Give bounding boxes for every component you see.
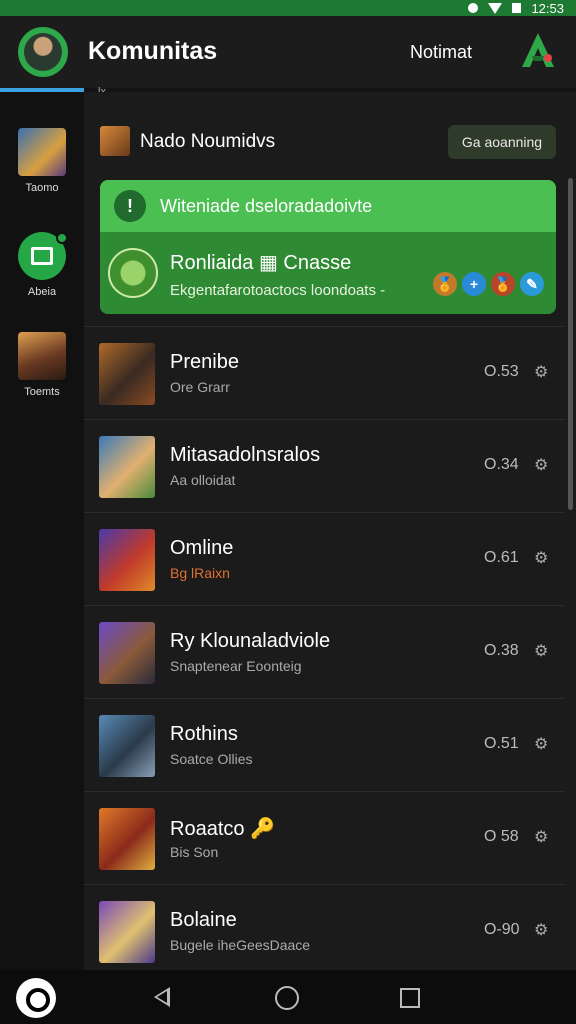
recent-apps-icon[interactable] [400,988,420,1008]
gear-icon[interactable]: ⚙ [534,830,550,846]
plus-icon[interactable]: + [462,272,486,296]
list-item-name: Rothins [170,723,238,745]
home-icon[interactable] [275,986,299,1010]
gear-icon[interactable]: ⚙ [534,737,550,753]
list-item-sub: Bg lRaixn [170,565,230,581]
chat-icon [18,232,68,280]
sidebar-item-label: Taomo [25,182,59,194]
list-item-sub: Ore Grarr [170,379,230,395]
medal-icon[interactable]: 🏅 [433,272,457,296]
list-item[interactable]: Mitasadolnsralos Aa olloidat O.34 ⚙ [84,419,564,512]
list-item-sub: Bis Son [170,844,219,860]
banner-game-icon [108,248,158,298]
list-item[interactable]: Omline Bg lRaixn O.61 ⚙ [84,512,564,605]
status-time: 12:53 [531,0,564,16]
wifi-icon [488,2,503,14]
list-item[interactable]: Prenibe Ore Grarr O.53 ⚙ [84,326,564,419]
scrollbar[interactable] [568,178,573,510]
gear-icon[interactable]: ⚙ [534,923,550,939]
list-item-value: O 58 [484,828,519,845]
section-header: Nado Noumidvs Ga aoanning [84,92,564,180]
list-item-name: Mitasadolnsralos [170,444,321,466]
gear-icon[interactable]: ⚙ [534,458,550,474]
game-thumb-icon [99,901,155,963]
main-content: Nado Noumidvs Ga aoanning ! Witeniade ds… [84,92,576,970]
system-nav-bar [0,970,576,1024]
sidebar-item-label: Abeia [27,286,57,298]
list-item-value: O.51 [484,735,519,752]
banner-alert-text: Witeniade dseloradadoivte [160,196,373,216]
game-thumb-icon [99,715,155,777]
list-item-name: Roaatco 🔑 [170,818,275,840]
list-item-value: O.61 [484,549,519,566]
settings-status-icon [468,3,479,13]
list-item[interactable]: Rothins Soatce Ollies O.51 ⚙ [84,698,564,791]
app-bar: Komunitas Notimat [0,16,576,88]
game-thumb-icon [99,436,155,498]
section-thumb-icon [100,126,130,156]
game-thumb-icon [99,529,155,591]
game-thumb-icon [18,332,66,380]
list-item-name: Prenibe [170,351,239,373]
banner-title: Ronliaida ▦ Cnasse [170,252,352,274]
gear-icon[interactable]: ⚙ [534,644,550,660]
sidebar-item-abeia[interactable]: Abeia [0,232,84,298]
edit-icon[interactable]: ✎ [520,272,544,296]
medal-icon[interactable]: 🏅 [491,272,515,296]
list-item[interactable]: Ry Klounaladviole Snaptenear Eoonteig O.… [84,605,564,698]
list-item-sub: Bugele iheGeesDaace [170,937,311,953]
list-item-value: O.53 [484,363,519,380]
list-item[interactable]: Roaatco 🔑 Bis Son O 58 ⚙ [84,791,564,884]
gear-icon[interactable]: ⚙ [534,365,550,381]
banner-alert-row: ! Witeniade dseloradadoivte [100,180,556,232]
notifications-button[interactable]: Notimat [410,42,472,63]
section-title: Nado Noumidvs [140,131,276,152]
game-thumb-icon [99,343,155,405]
avatar[interactable] [18,27,68,77]
sidebar: Taomo Abeia Toemts [0,92,84,970]
gear-icon[interactable]: ⚙ [534,551,550,567]
avatar-image [24,33,62,71]
banner-subtitle: Ekgentafarotoactocs loondoats - [170,282,386,299]
status-bar: 12:53 [0,0,576,16]
list-item[interactable]: Bolaine Bugele iheGeesDaace O-90 ⚙ [84,884,564,977]
list-item-name: Omline [170,537,234,559]
page-title: Komunitas [88,37,218,65]
list-item-value: O-90 [484,921,520,938]
banner-badges: 🏅 + 🏅 ✎ [433,272,544,296]
app-logo-icon[interactable] [16,978,56,1018]
alert-banner[interactable]: ! Witeniade dseloradadoivte Ronliaida ▦ … [100,180,556,314]
back-icon[interactable] [154,987,170,1007]
section-action-button[interactable]: Ga aoanning [448,125,556,159]
game-thumb-icon [99,622,155,684]
list-item-name: Bolaine [170,909,237,931]
status-icons: 12:53 [468,0,564,16]
game-thumb-icon [99,808,155,870]
sidebar-item-toemts[interactable]: Toemts [0,332,84,398]
banner-content: Ronliaida ▦ Cnasse Ekgentafarotoactocs l… [100,232,556,314]
list-item-sub: Soatce Ollies [170,751,253,767]
battery-icon [512,3,522,13]
list-item-value: O.38 [484,642,519,659]
game-thumb-icon [18,128,66,176]
list-item-sub: Aa olloidat [170,472,236,488]
list-item-sub: Snaptenear Eoonteig [170,658,302,674]
warning-icon: ! [114,190,146,222]
green-a-logo-icon[interactable] [518,30,558,70]
list-item-value: O.34 [484,456,519,473]
sidebar-item-label: Toemts [24,386,60,398]
list-item-name: Ry Klounaladviole [170,630,331,652]
sidebar-item-taomo[interactable]: Taomo [0,128,84,194]
